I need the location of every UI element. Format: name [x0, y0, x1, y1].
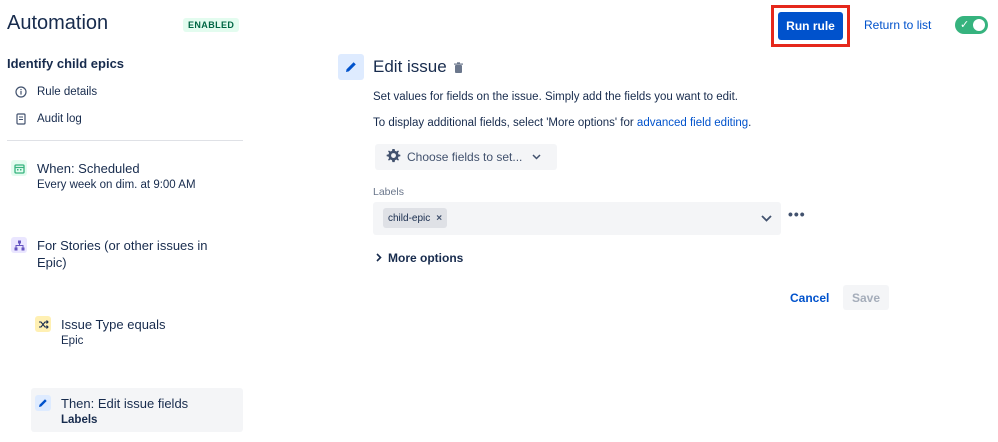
chevron-down-icon	[532, 152, 541, 162]
hierarchy-icon	[11, 237, 27, 253]
more-options-label: More options	[388, 251, 464, 265]
more-options-toggle[interactable]: More options	[376, 251, 463, 265]
rule-name: Identify child epics	[7, 56, 125, 71]
check-icon: ✓	[960, 19, 970, 31]
additional-info-text: To display additional fields, select 'Mo…	[373, 117, 637, 129]
label-tag: child-epic ×	[383, 208, 448, 228]
sidebar-item-label: Rule details	[37, 85, 98, 98]
sidebar-item-rule-details[interactable]: Rule details	[14, 85, 97, 98]
panel-description: Set values for fields on the issue. Simp…	[373, 91, 739, 103]
trash-icon[interactable]	[453, 61, 465, 73]
gear-icon	[386, 148, 401, 166]
run-rule-button[interactable]: Run rule	[778, 12, 843, 40]
step-trigger-scheduled[interactable]: When: Scheduled Every week on dim. at 9:…	[37, 161, 196, 191]
return-to-list-link[interactable]: Return to list	[864, 18, 931, 32]
step-subtitle: Labels	[61, 414, 98, 426]
step-branch-stories[interactable]: For Stories (or other issues in Epic)	[37, 237, 208, 271]
step-title-line1: For Stories (or other issues in	[37, 238, 208, 253]
panel-title: Edit issue	[373, 57, 447, 76]
additional-info-suffix: .	[748, 117, 752, 129]
toggle-knob	[973, 19, 985, 31]
chevron-down-icon[interactable]	[759, 211, 773, 225]
choose-fields-button[interactable]: Choose fields to set...	[375, 144, 557, 170]
sidebar-divider	[7, 140, 243, 141]
step-condition-issue-type[interactable]: Issue Type equals Epic	[61, 317, 166, 347]
pencil-icon	[346, 62, 356, 72]
step-title-line2: Epic)	[37, 255, 67, 270]
chevron-right-icon	[376, 252, 382, 264]
remove-tag-icon[interactable]: ×	[436, 213, 442, 224]
cancel-button[interactable]: Cancel	[790, 291, 829, 305]
calendar-icon	[11, 160, 27, 176]
document-icon	[14, 112, 27, 125]
labels-field-label: Labels	[373, 186, 404, 198]
panel-additional-info: To display additional fields, select 'Mo…	[373, 117, 751, 129]
status-badge: ENABLED	[183, 18, 240, 32]
step-title: Issue Type equals	[61, 317, 166, 332]
choose-fields-label: Choose fields to set...	[407, 150, 523, 164]
shuffle-icon	[35, 316, 51, 332]
sidebar-item-audit-log[interactable]: Audit log	[14, 112, 82, 125]
step-title: When: Scheduled	[37, 161, 140, 176]
labels-select-field[interactable]: child-epic ×	[373, 202, 781, 235]
advanced-field-editing-link[interactable]: advanced field editing	[637, 117, 748, 129]
more-actions-icon[interactable]: •••	[788, 206, 806, 222]
pencil-icon	[35, 395, 51, 411]
page-title: Automation	[7, 12, 109, 34]
label-tag-text: child-epic	[388, 212, 431, 224]
step-subtitle: Epic	[61, 335, 84, 347]
step-title: Then: Edit issue fields	[61, 396, 189, 411]
info-icon	[14, 85, 27, 98]
save-button[interactable]: Save	[843, 285, 889, 310]
step-subtitle: Every week on dim. at 9:00 AM	[37, 179, 196, 191]
edit-panel-icon	[338, 54, 364, 80]
rule-enabled-toggle[interactable]: ✓	[955, 16, 988, 34]
sidebar-item-label: Audit log	[37, 112, 82, 125]
step-action-edit-issue[interactable]: Then: Edit issue fields Labels	[61, 396, 188, 426]
